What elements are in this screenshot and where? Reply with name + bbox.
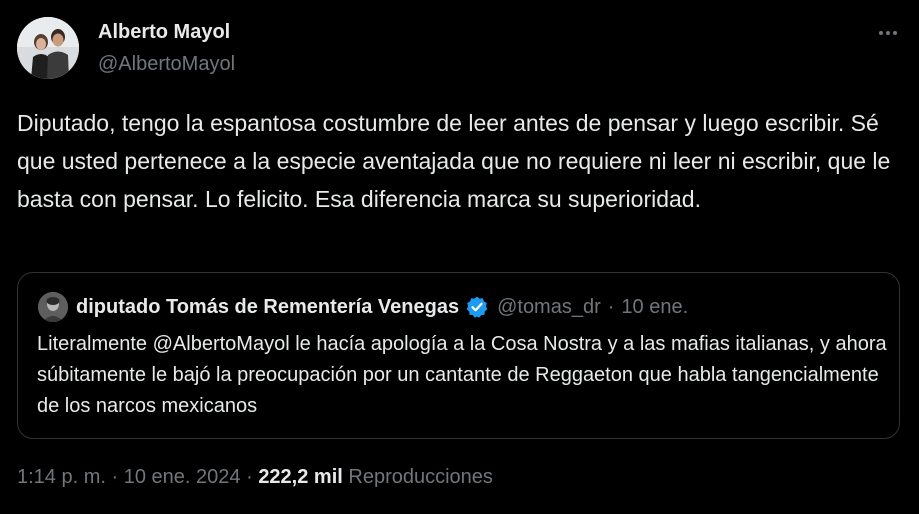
- author-avatar[interactable]: [17, 17, 79, 79]
- quoted-tweet[interactable]: diputado Tomás de Rementería Venegas @to…: [17, 272, 900, 439]
- tweet-date[interactable]: 10 ene. 2024: [124, 466, 241, 488]
- author-handle[interactable]: @AlbertoMayol: [98, 53, 235, 76]
- tweet-text: Diputado, tengo la espantosa costumbre d…: [17, 110, 891, 212]
- quoted-author-handle[interactable]: @tomas_dr: [497, 296, 601, 319]
- quoted-tweet-header: diputado Tomás de Rementería Venegas @to…: [76, 293, 688, 321]
- meta-separator: ·: [246, 466, 253, 488]
- meta-separator: ·: [111, 466, 119, 488]
- views-label: Reproducciones: [348, 466, 493, 488]
- quoted-author-avatar[interactable]: [38, 292, 68, 322]
- author-name[interactable]: Alberto Mayol: [98, 21, 230, 44]
- tweet-time[interactable]: 1:14 p. m.: [17, 466, 106, 488]
- quoted-author-name[interactable]: diputado Tomás de Rementería Venegas: [76, 296, 459, 319]
- quoted-tweet-text: Literalmente @AlbertoMayol le hacía apol…: [37, 333, 887, 417]
- tweet-meta: 1:14 p. m. · 10 ene. 2024 · 222,2 mil Re…: [17, 466, 493, 489]
- tweet-header: Alberto Mayol @AlbertoMayol: [17, 17, 902, 79]
- verified-badge-icon: [465, 295, 489, 319]
- quoted-tweet-date[interactable]: 10 ene.: [621, 296, 688, 319]
- views-count: 222,2 mil: [258, 466, 343, 488]
- more-horizontal-icon: [879, 31, 897, 35]
- tweet-card: Alberto Mayol @AlbertoMayol Diputado, te…: [0, 0, 919, 514]
- quoted-separator: ·: [607, 295, 615, 318]
- more-options-button[interactable]: [874, 19, 902, 47]
